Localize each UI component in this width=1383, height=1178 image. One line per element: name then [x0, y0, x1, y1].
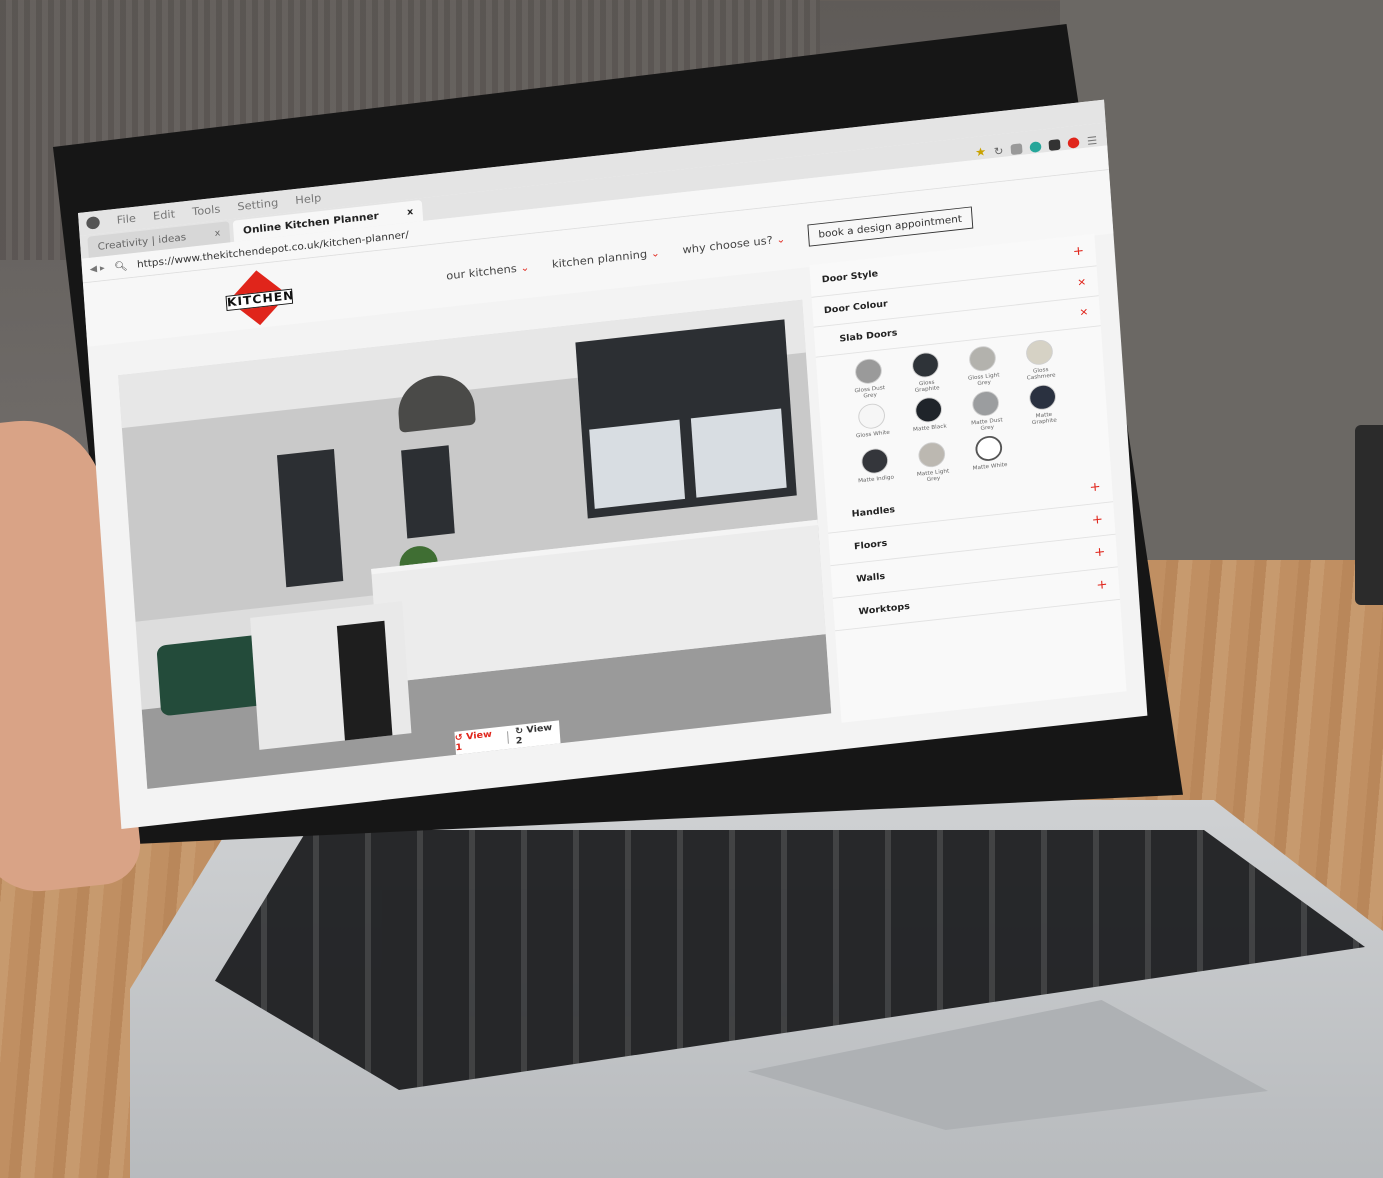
swatch-label: Gloss Graphite	[914, 379, 940, 394]
swatch-label: Matte Graphite	[1031, 411, 1057, 426]
back-forward-icon[interactable]: ◀ ▸	[89, 263, 105, 274]
expand-icon[interactable]: +	[1072, 244, 1084, 259]
kitchen-depot-logo[interactable]: KITCHEN	[225, 270, 295, 329]
swatch-dot	[974, 434, 1003, 463]
section-label: Door Colour	[823, 299, 889, 316]
close-icon[interactable]: x	[214, 228, 220, 238]
swatch-label: Matte Indigo	[857, 474, 895, 485]
swatch-label: Matte Dust Grey	[970, 416, 1003, 432]
swatch-label: Gloss Cashmere	[1026, 366, 1056, 382]
expand-icon[interactable]: +	[1094, 545, 1106, 560]
pin-icon[interactable]	[1067, 136, 1080, 149]
book-appointment-button[interactable]: book a design appointment	[807, 206, 974, 247]
rotate-left-icon: ↺	[454, 732, 464, 744]
subsection-label: Slab Doors	[839, 328, 898, 345]
chevron-down-icon: ⌄	[520, 261, 530, 274]
close-icon[interactable]: x	[407, 207, 414, 217]
swatch-dot	[857, 402, 886, 430]
section-label: Door Style	[821, 268, 879, 285]
swatch-label: Matte White	[972, 461, 1008, 472]
swatch-dot	[914, 396, 943, 424]
menu-tools[interactable]: Tools	[192, 203, 221, 218]
swatch-dot	[860, 447, 889, 475]
view-2-button[interactable]: ↻ View 2	[515, 722, 561, 746]
collapse-icon[interactable]: ✕	[1079, 306, 1089, 318]
section-label: Walls	[855, 571, 886, 585]
expand-icon[interactable]: +	[1096, 577, 1108, 592]
wine-fridge	[336, 620, 393, 741]
reload-icon[interactable]: ↻	[993, 144, 1003, 157]
menu-help[interactable]: Help	[295, 191, 322, 206]
swatch-dot	[911, 351, 940, 379]
swatch-dot	[1025, 338, 1054, 367]
divider	[506, 731, 509, 744]
swatch-dot	[854, 357, 883, 386]
swatch[interactable]: Matte Dust Grey	[958, 388, 1014, 433]
swatch-dot	[1028, 383, 1057, 412]
swatch-label: Gloss Dust Grey	[854, 384, 886, 400]
swatch-label: Gloss Light Grey	[967, 371, 1000, 387]
swatch[interactable]: Matte White	[961, 433, 1017, 478]
menu-setting[interactable]: Setting	[237, 196, 279, 213]
swatch[interactable]: Matte Black	[901, 395, 957, 440]
section-label: Floors	[853, 538, 888, 552]
rotate-right-icon: ↻	[514, 726, 524, 737]
swatch-label: Gloss White	[855, 429, 891, 440]
swatch[interactable]: Matte Light Grey	[904, 439, 960, 484]
swatch[interactable]: Matte Indigo	[847, 446, 903, 491]
extension-icon[interactable]	[1010, 142, 1023, 155]
swatch-dot	[971, 389, 1000, 418]
swatch-label: Matte Black	[912, 422, 947, 433]
star-icon[interactable]: ★	[975, 145, 987, 159]
laptop-screen: File Edit Tools Setting Help Creativity …	[78, 99, 1148, 830]
options-panel: Door Style + Door Colour ✕ Slab Doors ✕ …	[809, 233, 1127, 723]
browser-logo-icon	[85, 215, 101, 230]
coffee-mug	[1355, 425, 1383, 605]
window-middle	[401, 445, 455, 539]
nav-label: our kitchens	[445, 261, 518, 282]
swatch[interactable]: Gloss Graphite	[898, 350, 954, 395]
swatch[interactable]: Gloss Dust Grey	[841, 356, 897, 401]
swatch[interactable]: Gloss Cashmere	[1012, 337, 1068, 382]
green-sofa	[156, 634, 266, 717]
window-pane	[690, 408, 787, 498]
camera-icon[interactable]	[1048, 138, 1061, 151]
nav-label: kitchen planning	[551, 247, 648, 271]
nav-label: why choose us?	[682, 233, 774, 256]
window-pane	[589, 419, 686, 509]
expand-icon[interactable]: +	[1089, 480, 1101, 495]
swatch-dot	[917, 440, 946, 469]
expand-icon[interactable]: +	[1091, 512, 1103, 527]
swatch-dot	[968, 344, 997, 373]
window-small	[276, 448, 344, 588]
nav-why-choose-us[interactable]: why choose us? ⌄	[682, 232, 786, 256]
menu-edit[interactable]: Edit	[153, 208, 176, 223]
chrome-icon[interactable]	[1029, 140, 1042, 153]
swatch-label: Matte Light Grey	[916, 467, 950, 483]
search-icon: 🔍︎	[113, 259, 128, 273]
menu-file[interactable]: File	[116, 212, 136, 226]
swatch[interactable]: Gloss Light Grey	[955, 343, 1011, 388]
window-large	[575, 319, 797, 519]
chevron-down-icon: ⌄	[776, 232, 786, 246]
menu-icon[interactable]: ☰	[1087, 134, 1098, 147]
swatch[interactable]: Matte Graphite	[1015, 382, 1071, 427]
swatch[interactable]: Gloss White	[844, 401, 900, 446]
chevron-down-icon: ⌄	[650, 246, 661, 260]
nav-kitchen-planning[interactable]: kitchen planning ⌄	[552, 246, 661, 270]
section-label: Worktops	[858, 601, 911, 617]
view-1-button[interactable]: ↺ View 1	[455, 729, 501, 753]
kitchen-render-viewer[interactable]	[118, 299, 832, 789]
nav-our-kitchens[interactable]: our kitchens ⌄	[445, 260, 530, 282]
collapse-icon[interactable]: ✕	[1077, 276, 1087, 288]
section-label: Handles	[851, 504, 896, 519]
